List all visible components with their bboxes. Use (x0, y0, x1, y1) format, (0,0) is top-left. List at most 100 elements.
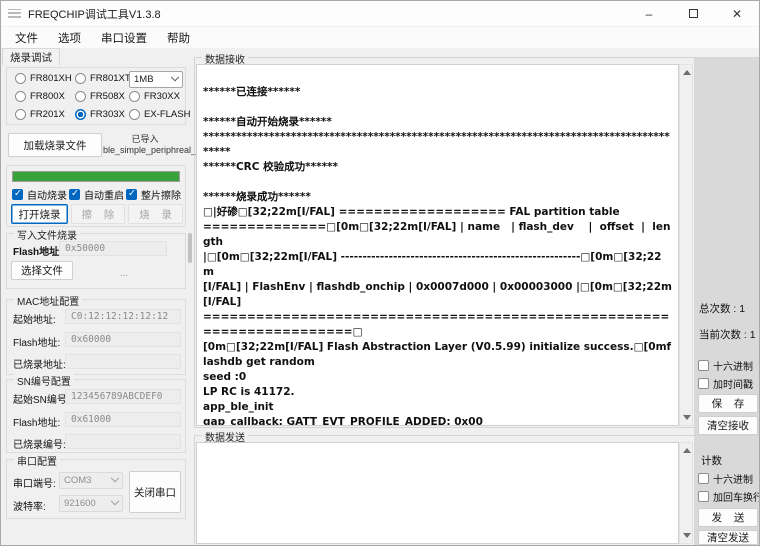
load-burn-file-button[interactable]: 加载烧录文件 (8, 133, 102, 157)
burn-group: 自动烧录 自动重启 整片擦除 打开烧录 擦 除 烧 录 (6, 165, 186, 227)
chevron-down-icon (111, 496, 119, 504)
chevron-down-icon (111, 473, 119, 481)
checkbox-receive-hex[interactable]: 十六进制 (698, 358, 753, 373)
checkbox-icon (126, 189, 137, 200)
radio-label: EX-FLASH (144, 109, 190, 120)
checkbox-icon (12, 189, 23, 200)
receive-textarea[interactable]: ******已连接****** ******自动开始烧录****** *****… (196, 64, 679, 426)
radio-icon (15, 91, 26, 102)
flash-addr-input[interactable]: 0x50000 (59, 241, 167, 256)
radio-icon (15, 73, 26, 84)
radio-label: FR800X (30, 91, 65, 102)
radio-icon (75, 73, 86, 84)
radio-icon (75, 91, 86, 102)
serial-port-value: COM3 (64, 475, 91, 486)
checkbox-label: 自动烧录 (27, 187, 67, 202)
menu-bar: 文件 选项 串口设置 帮助 (1, 27, 759, 48)
tab-burn-debug[interactable]: 烧录调试 (2, 48, 60, 65)
radio-fr303x[interactable]: FR303X (75, 109, 125, 120)
sn-flash-input[interactable]: 0x61000 (65, 412, 181, 427)
flash-size-value: 1MB (134, 74, 154, 85)
title-bar: FREQCHIP调试工具V1.3.8 – ✕ (1, 1, 759, 27)
open-burn-button[interactable]: 打开烧录 (11, 204, 68, 224)
scroll-up-icon (683, 70, 691, 75)
choose-file-button[interactable]: 选择文件 (11, 261, 73, 280)
checkbox-label: 加回车换行 (713, 489, 760, 504)
maximize-button[interactable] (671, 1, 715, 26)
send-textarea[interactable] (196, 442, 679, 544)
radio-fr508x[interactable]: FR508X (75, 91, 125, 102)
left-panel-scrollbar[interactable] (188, 233, 192, 263)
checkbox-label: 加时间戳 (713, 376, 753, 391)
checkbox-icon (698, 378, 709, 389)
count-label: 计数 (701, 453, 722, 468)
erase-button[interactable]: 擦 除 (71, 204, 125, 224)
write-file-ellipsis: ... (120, 268, 128, 279)
load-status: 已导入 ble_simple_periphreal_b (103, 134, 187, 156)
checkbox-full-erase[interactable]: 整片擦除 (126, 187, 181, 202)
sn-start-input[interactable]: 123456789ABCDEF0 (65, 389, 181, 404)
scroll-down-icon (683, 533, 691, 538)
sn-config-group: SN编号配置 起始SN编号: 123456789ABCDEF0 Flash地址:… (6, 379, 186, 453)
checkbox-send-hex[interactable]: 十六进制 (698, 471, 753, 486)
minimize-button[interactable]: – (627, 1, 671, 26)
menu-file[interactable]: 文件 (5, 27, 48, 49)
serial-config-group: 串口配置 串口端号: COM3 波特率: 921600 关闭串口 (6, 459, 186, 519)
sn-flash-label: Flash地址: (13, 414, 60, 429)
baud-rate-label: 波特率: (13, 498, 46, 513)
sn-start-label: 起始SN编号: (13, 391, 70, 406)
close-button[interactable]: ✕ (715, 1, 759, 26)
save-button[interactable]: 保 存 (698, 394, 758, 413)
flash-size-dropdown[interactable]: 1MB (129, 71, 183, 88)
sn-group-label: SN编号配置 (14, 373, 74, 388)
mac-flash-input[interactable]: 0x60000 (65, 332, 181, 347)
total-count-label: 总次数 : 1 (699, 301, 745, 316)
menu-help[interactable]: 帮助 (157, 27, 200, 49)
menu-options[interactable]: 选项 (48, 27, 91, 49)
mac-burned-label: 已烧录地址: (13, 356, 66, 371)
clear-send-button[interactable]: 清空发送 (698, 530, 758, 545)
checkbox-crlf[interactable]: 加回车换行 (698, 489, 760, 504)
write-file-group-label: 写入文件烧录 (14, 227, 80, 242)
send-scrollbar[interactable] (679, 442, 693, 544)
radio-fr801xh[interactable]: FR801XH (15, 73, 72, 84)
mac-start-input[interactable]: C0:12:12:12:12:12 (65, 309, 181, 324)
checkbox-label: 十六进制 (713, 358, 753, 373)
current-count-label: 当前次数 : 1 (699, 327, 756, 342)
radio-icon (129, 109, 140, 120)
serial-port-dropdown[interactable]: COM3 (59, 472, 123, 489)
radio-fr800x[interactable]: FR800X (15, 91, 65, 102)
radio-fr201x[interactable]: FR201X (15, 109, 65, 120)
radio-ex-flash[interactable]: EX-FLASH (129, 109, 190, 120)
chip-select-group: FR801XH FR801XT 1MB FR800X FR508X FR30XX… (6, 67, 186, 125)
radio-fr801xt[interactable]: FR801XT (75, 73, 131, 84)
clear-receive-button[interactable]: 清空接收 (698, 416, 758, 435)
radio-icon (129, 91, 140, 102)
app-icon (8, 9, 21, 18)
sn-burned-input (65, 434, 181, 449)
receive-scrollbar[interactable] (679, 64, 693, 426)
serial-group-label: 串口配置 (14, 453, 60, 468)
checkbox-auto-restart[interactable]: 自动重启 (69, 187, 124, 202)
menu-serial-settings[interactable]: 串口设置 (91, 27, 157, 49)
flash-addr-label: Flash地址 (13, 243, 59, 258)
mac-flash-label: Flash地址: (13, 334, 60, 349)
sn-burned-label: 已烧录编号: (13, 436, 66, 451)
checkbox-icon (698, 491, 709, 502)
send-button[interactable]: 发 送 (698, 508, 758, 527)
burn-button[interactable]: 烧 录 (128, 204, 183, 224)
checkbox-timestamp[interactable]: 加时间戳 (698, 376, 753, 391)
baud-rate-value: 921600 (64, 498, 96, 509)
checkbox-auto-burn[interactable]: 自动烧录 (12, 187, 67, 202)
radio-fr30xx[interactable]: FR30XX (129, 91, 180, 102)
close-serial-button[interactable]: 关闭串口 (129, 471, 181, 513)
mac-config-group: MAC地址配置 起始地址: C0:12:12:12:12:12 Flash地址:… (6, 299, 186, 375)
load-status-line1: 已导入 (103, 134, 187, 145)
scroll-down-icon (683, 415, 691, 420)
scroll-up-icon (683, 448, 691, 453)
baud-rate-dropdown[interactable]: 921600 (59, 495, 123, 512)
radio-label: FR303X (90, 109, 125, 120)
radio-label: FR30XX (144, 91, 180, 102)
send-value (197, 443, 678, 543)
radio-icon (75, 109, 86, 120)
